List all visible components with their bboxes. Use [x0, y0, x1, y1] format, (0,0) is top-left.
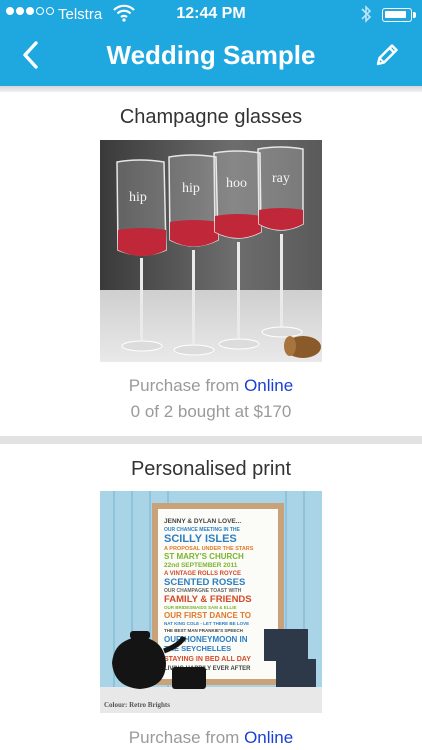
glass-engraving: hoo	[226, 176, 247, 191]
purchase-source: Purchase from Online	[128, 728, 294, 747]
edit-button[interactable]	[370, 38, 404, 72]
navigation-bar: Telstra 12:44 PM Wedding Sample	[0, 0, 422, 86]
battery-icon	[382, 8, 416, 22]
svg-text:SCENTED ROSES: SCENTED ROSES	[164, 577, 245, 588]
gift-card-champagne[interactable]: Champagne glasses hip hip hoo ray Purcha…	[0, 92, 422, 436]
gift-title: Champagne glasses	[119, 106, 303, 128]
gift-image: hip hip hoo ray	[100, 140, 322, 362]
svg-text:OUR BRIDESMAIDS SAM & ELLIE: OUR BRIDESMAIDS SAM & ELLIE	[164, 605, 237, 610]
bluetooth-icon	[360, 3, 372, 29]
pencil-icon	[376, 44, 398, 66]
page-title: Wedding Sample	[106, 40, 316, 70]
bought-status: 0 of 2 bought at $170	[130, 402, 292, 421]
online-link[interactable]: Online	[244, 376, 293, 395]
purchase-source: Purchase from Online	[128, 376, 294, 395]
image-caption: Colour: Retro Brights	[104, 701, 170, 709]
svg-text:22nd SEPTEMBER 2011: 22nd SEPTEMBER 2011	[164, 562, 238, 569]
online-link[interactable]: Online	[244, 728, 293, 747]
glass-engraving: ray	[272, 171, 290, 186]
svg-text:JENNY & DYLAN LOVE...: JENNY & DYLAN LOVE...	[164, 518, 241, 525]
svg-text:THE BEST MAN FRANKIE'S SPEECH: THE BEST MAN FRANKIE'S SPEECH	[164, 628, 243, 633]
svg-text:NAT KING COLE - LET THERE BE L: NAT KING COLE - LET THERE BE LOVE	[164, 621, 249, 626]
svg-text:SCILLY ISLES: SCILLY ISLES	[164, 533, 237, 545]
status-bar: Telstra 12:44 PM	[0, 0, 422, 30]
svg-text:ST MARY'S CHURCH: ST MARY'S CHURCH	[164, 552, 244, 561]
gift-card-print[interactable]: Personalised print JENNY & DYLAN LOVE...…	[0, 444, 422, 750]
svg-text:FAMILY & FRIENDS: FAMILY & FRIENDS	[164, 594, 252, 605]
gift-title: Personalised print	[130, 458, 292, 480]
svg-text:STAYING IN BED ALL DAY: STAYING IN BED ALL DAY	[164, 656, 251, 663]
glass-engraving: hip	[182, 181, 200, 196]
status-time: 12:44 PM	[176, 5, 246, 22]
divider	[0, 436, 422, 444]
gift-image: JENNY & DYLAN LOVE... OUR CHANCE MEETING…	[100, 491, 322, 713]
svg-text:OUR FIRST DANCE TO: OUR FIRST DANCE TO	[164, 611, 251, 620]
glass-engraving: hip	[129, 190, 147, 205]
